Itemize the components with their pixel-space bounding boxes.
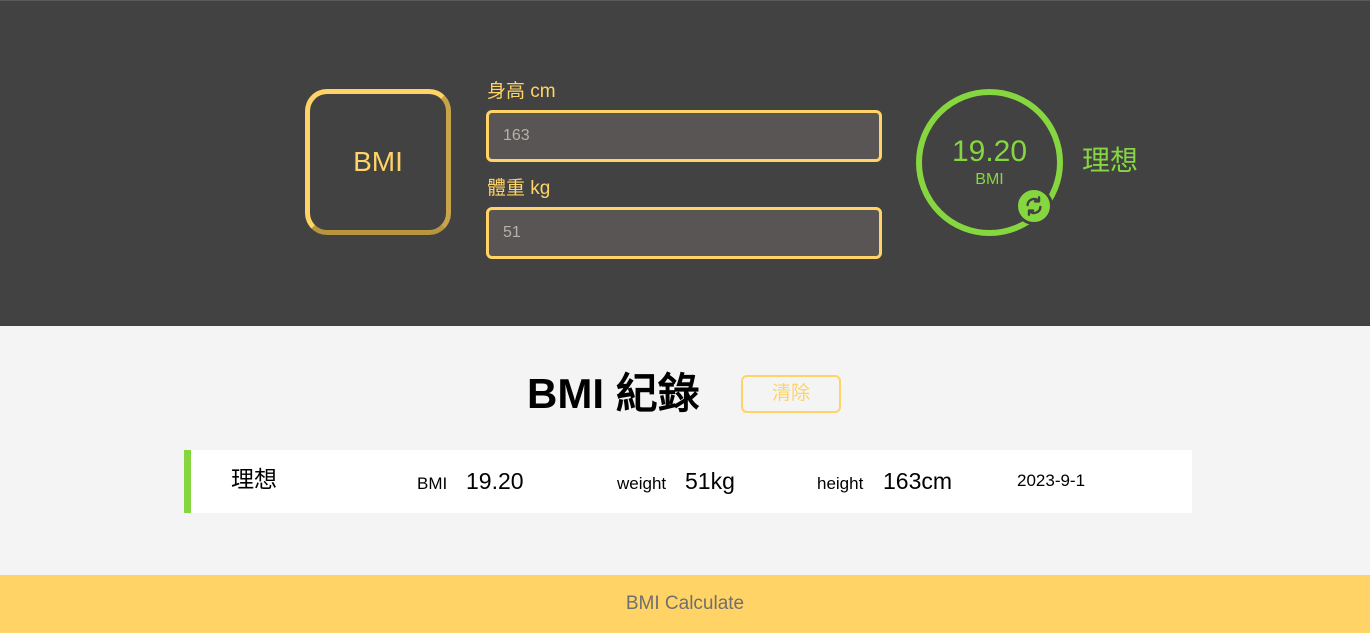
height-input[interactable]: [486, 110, 882, 162]
record-date: 2023-9-1: [1017, 471, 1086, 490]
clear-button[interactable]: 清除: [741, 375, 841, 413]
record-height-value: 163cm: [883, 468, 953, 494]
record-weight-value: 51kg: [685, 468, 735, 494]
record-bmi-label: BMI: [417, 474, 448, 493]
result-status: 理想: [1082, 145, 1139, 176]
weight-input[interactable]: [486, 207, 882, 259]
footer-text: BMI Calculate: [625, 593, 745, 614]
record-row: 理想 BMI 19.20 weight 51kg height 163cm 20…: [184, 450, 1192, 513]
record-height-label: height: [817, 474, 864, 493]
record-weight-label: weight: [617, 474, 667, 493]
result-bmi-value: 19.20: [951, 135, 1028, 168]
refresh-button[interactable]: [1015, 187, 1053, 225]
bmi-logo-text: BMI: [353, 146, 403, 177]
bmi-logo: BMI: [305, 89, 451, 235]
record-bmi-value: 19.20: [466, 468, 524, 494]
weight-label: 體重 kg: [487, 178, 551, 199]
records-title: BMI 紀錄: [527, 370, 700, 417]
height-label: 身高 cm: [487, 81, 556, 102]
calculator-panel: BMI 身高 cm 體重 kg 19.20 BMI 理想: [0, 0, 1370, 326]
record-status: 理想: [231, 466, 277, 492]
refresh-icon: [1026, 196, 1042, 216]
footer: BMI Calculate: [0, 575, 1370, 633]
